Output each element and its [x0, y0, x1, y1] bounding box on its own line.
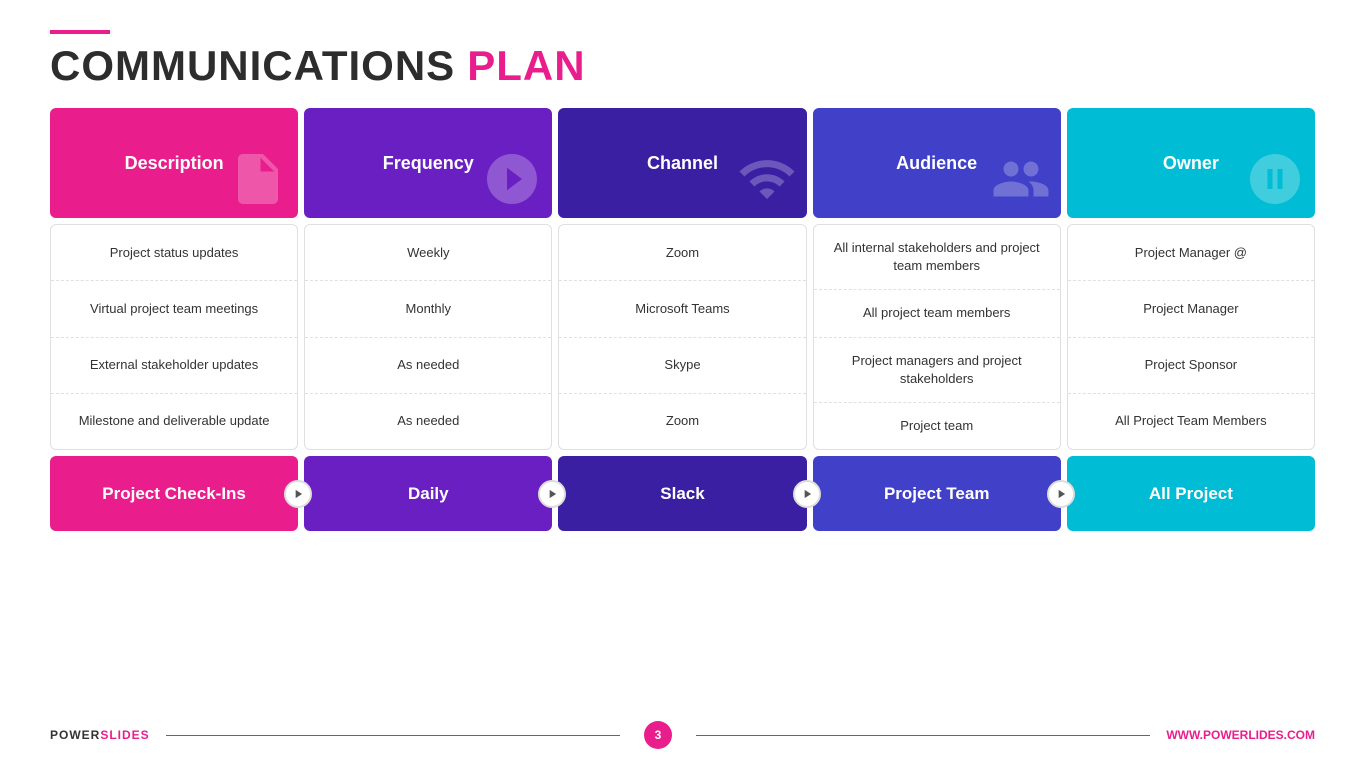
header-row: Description Frequency Channel Audience — [50, 108, 1315, 218]
header-channel-label: Channel — [647, 153, 718, 174]
data-cell-aud-4: Project team — [814, 403, 1060, 449]
data-column-frequency: Weekly Monthly As needed As needed — [304, 224, 552, 450]
title-accent-line — [50, 30, 110, 34]
footer-brand-rest: SLIDES — [100, 728, 149, 742]
bottom-label-description: Project Check-Ins — [102, 483, 246, 505]
data-cell-aud-2: All project team members — [814, 290, 1060, 337]
header-audience: Audience — [813, 108, 1061, 218]
data-column-owner: Project Manager @ Project Manager Projec… — [1067, 224, 1315, 450]
bottom-cell-owner: All Project — [1067, 456, 1315, 531]
bottom-label-frequency: Daily — [408, 483, 449, 505]
data-cell-own-4: All Project Team Members — [1068, 394, 1314, 449]
data-cell-desc-2: Virtual project team meetings — [51, 281, 297, 337]
bottom-label-channel: Slack — [660, 483, 704, 505]
data-cell-own-3: Project Sponsor — [1068, 338, 1314, 394]
frequency-icon — [482, 149, 542, 218]
footer-page-number: 3 — [644, 721, 672, 749]
data-cell-freq-2: Monthly — [305, 281, 551, 337]
data-rows: Project status updates Virtual project t… — [50, 224, 1315, 450]
header-description: Description — [50, 108, 298, 218]
footer-line-left — [166, 735, 620, 736]
data-cell-freq-3: As needed — [305, 338, 551, 394]
data-cell-own-1: Project Manager @ — [1068, 225, 1314, 281]
data-cell-own-2: Project Manager — [1068, 281, 1314, 337]
data-cell-desc-3: External stakeholder updates — [51, 338, 297, 394]
arrow-4 — [1047, 480, 1075, 508]
header-frequency-label: Frequency — [383, 153, 474, 174]
bottom-cell-audience: Project Team — [813, 456, 1061, 531]
audience-icon — [991, 149, 1051, 218]
data-cell-chan-1: Zoom — [559, 225, 805, 281]
title-bar: COMMUNICATIONS PLAN — [50, 30, 1315, 90]
title-part1: COMMUNICATIONS — [50, 42, 455, 90]
description-icon — [228, 149, 288, 218]
footer-brand-bold: POWER — [50, 728, 100, 742]
data-cell-freq-1: Weekly — [305, 225, 551, 281]
data-cell-chan-3: Skype — [559, 338, 805, 394]
table-wrapper: Description Frequency Channel Audience — [50, 108, 1315, 531]
title-part2: PLAN — [467, 42, 585, 90]
arrow-1 — [284, 480, 312, 508]
bottom-cell-channel: Slack — [558, 456, 806, 531]
bottom-label-owner: All Project — [1149, 483, 1233, 505]
header-channel: Channel — [558, 108, 806, 218]
header-frequency: Frequency — [304, 108, 552, 218]
bottom-row: Project Check-Ins Daily Slack Project Te… — [50, 456, 1315, 531]
owner-icon — [1245, 149, 1305, 218]
arrow-3 — [793, 480, 821, 508]
data-cell-chan-2: Microsoft Teams — [559, 281, 805, 337]
header-audience-label: Audience — [896, 153, 977, 174]
data-column-description: Project status updates Virtual project t… — [50, 224, 298, 450]
data-cell-freq-4: As needed — [305, 394, 551, 449]
data-cell-chan-4: Zoom — [559, 394, 805, 449]
data-cell-desc-4: Milestone and deliverable update — [51, 394, 297, 449]
header-description-label: Description — [125, 153, 224, 174]
header-owner-label: Owner — [1163, 153, 1219, 174]
title-text: COMMUNICATIONS PLAN — [50, 42, 1315, 90]
footer: POWERSLIDES 3 WWW.POWERLIDES.COM — [50, 721, 1315, 749]
data-column-audience: All internal stakeholders and project te… — [813, 224, 1061, 450]
arrow-2 — [538, 480, 566, 508]
footer-line-right — [696, 735, 1150, 736]
data-cell-aud-3: Project managers and project stakeholder… — [814, 338, 1060, 403]
data-cell-desc-1: Project status updates — [51, 225, 297, 281]
header-owner: Owner — [1067, 108, 1315, 218]
channel-icon — [737, 149, 797, 218]
bottom-label-audience: Project Team — [884, 483, 990, 505]
bottom-cell-description: Project Check-Ins — [50, 456, 298, 531]
bottom-cell-frequency: Daily — [304, 456, 552, 531]
data-column-channel: Zoom Microsoft Teams Skype Zoom — [558, 224, 806, 450]
page: COMMUNICATIONS PLAN Description Frequenc… — [0, 0, 1365, 767]
data-cell-aud-1: All internal stakeholders and project te… — [814, 225, 1060, 290]
footer-brand: POWERSLIDES — [50, 728, 150, 742]
footer-url: WWW.POWERLIDES.COM — [1166, 728, 1315, 742]
